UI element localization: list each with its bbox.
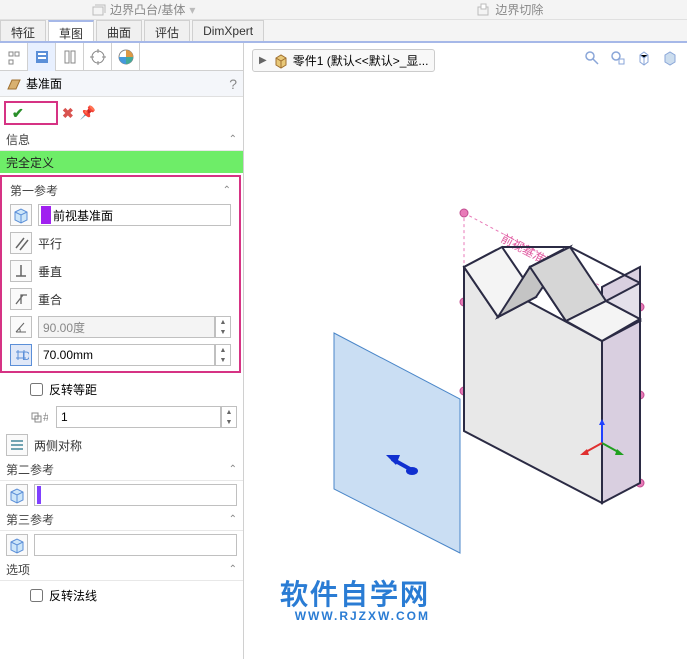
coincident-icon-button[interactable] [10, 288, 32, 310]
help-button[interactable]: ? [229, 76, 237, 92]
graphics-area[interactable]: ▶ 零件1 (默认<<默认>_显... [244, 43, 687, 659]
options-header[interactable]: 选项 ⌃ [0, 559, 243, 581]
tab-dimxpert[interactable]: DimXpert [192, 20, 264, 41]
ref1-reverse-row[interactable]: 反转等距 [0, 375, 243, 403]
info-header[interactable]: 信息 ⌃ [0, 129, 243, 151]
ref3-selection-row [0, 531, 243, 559]
chevron-up-icon: ⌃ [229, 134, 237, 145]
pin-button[interactable]: 📌 [80, 105, 96, 121]
face-icon [12, 206, 30, 224]
panel-tab-dim[interactable] [84, 43, 112, 71]
ref2-header[interactable]: 第二参考 ⌃ [0, 459, 243, 481]
tree-icon [5, 48, 23, 66]
chevron-up-icon: ⌃ [229, 564, 237, 575]
info-value: 完全定义 [0, 151, 243, 173]
mirror-icon-button[interactable] [6, 434, 28, 456]
command-tabs: 特征 草图 曲面 评估 DimXpert [0, 20, 687, 43]
ref3-selection[interactable] [34, 534, 237, 556]
panel-tab-property[interactable] [28, 43, 56, 71]
target-icon [89, 48, 107, 66]
offset-spinner[interactable]: ▲▼ [215, 344, 231, 366]
parallel-icon [13, 235, 29, 251]
cancel-button[interactable]: ✖ [62, 105, 74, 122]
perpendicular-icon [13, 263, 29, 279]
count-icon: # [28, 409, 50, 425]
watermark: 软件自学网 WWW.RJZXW.COM [280, 573, 430, 623]
angle-icon [13, 319, 29, 335]
preview-plane[interactable] [334, 333, 460, 553]
offset-input[interactable] [38, 344, 215, 366]
ref1-coincident-row[interactable]: 重合 [4, 285, 237, 313]
cut-command[interactable]: 边界切除 [475, 1, 543, 18]
count-spinner[interactable]: ▲▼ [221, 406, 237, 428]
property-panel: 基准面 ? ✔ ✖ 📌 信息 ⌃ 完全定义 第一参考 ⌃ [0, 43, 244, 659]
ref1-selection[interactable]: 前视基准面 [38, 204, 231, 226]
ref1-header[interactable]: 第一参考 ⌃ [4, 179, 237, 201]
ref1-face-button[interactable] [10, 204, 32, 226]
boss-icon [90, 2, 106, 18]
ref2-face-button[interactable] [6, 484, 28, 506]
flip-normal-row[interactable]: 反转法线 [0, 581, 243, 609]
config-icon [61, 48, 79, 66]
flip-normal-checkbox[interactable] [30, 589, 43, 602]
ref3-face-button[interactable] [6, 534, 28, 556]
face-icon [8, 486, 26, 504]
mirror-icon [9, 437, 25, 453]
svg-text:D1: D1 [22, 349, 29, 363]
chevron-up-icon: ⌃ [229, 464, 237, 475]
angle-icon-button[interactable] [10, 316, 32, 338]
ref1-selection-row: 前视基准面 [4, 201, 237, 229]
ref1-offset-row: D1 ▲▼ [4, 341, 237, 369]
angle-input[interactable] [38, 316, 215, 338]
parallel-icon-button[interactable] [10, 232, 32, 254]
ribbon-top: 边界凸台/基体▾ 边界切除 [0, 0, 687, 20]
perpendicular-icon-button[interactable] [10, 260, 32, 282]
tab-evaluate[interactable]: 评估 [144, 20, 190, 41]
offset-icon: D1 [13, 347, 29, 363]
tab-sketch[interactable]: 草图 [48, 20, 94, 41]
cut-icon [475, 2, 491, 18]
chevron-up-icon: ⌃ [223, 185, 231, 196]
ref2-selection-row [0, 481, 243, 509]
coincident-icon [13, 291, 29, 307]
ref1-angle-row: ▲▼ [4, 313, 237, 341]
appearance-icon [117, 48, 135, 66]
ref1-highlight: 第一参考 ⌃ 前视基准面 平行 垂直 重合 [0, 175, 241, 373]
offset-icon-button[interactable]: D1 [10, 344, 32, 366]
svg-text:#: # [43, 410, 48, 424]
plane-icon [6, 77, 22, 91]
panel-tab-config[interactable] [56, 43, 84, 71]
panel-mode-tabs [0, 43, 243, 71]
ref1-count-row: # ▲▼ [0, 403, 243, 431]
tab-feature[interactable]: 特征 [0, 20, 46, 41]
solid-body[interactable] [464, 213, 640, 503]
ref1-mirror-row[interactable]: 两侧对称 [0, 431, 243, 459]
chevron-up-icon: ⌃ [229, 514, 237, 525]
feature-title-row: 基准面 ? [0, 71, 243, 97]
ok-button[interactable]: ✔ [12, 105, 24, 122]
selection-swatch [37, 486, 41, 504]
ref1-parallel-row[interactable]: 平行 [4, 229, 237, 257]
panel-tab-feature-tree[interactable] [0, 43, 28, 71]
ref2-selection[interactable] [34, 484, 237, 506]
ref3-header[interactable]: 第三参考 ⌃ [0, 509, 243, 531]
reverse-checkbox[interactable] [30, 383, 43, 396]
confirm-bar: ✔ ✖ 📌 [0, 97, 243, 129]
face-icon [8, 536, 26, 554]
feature-title: 基准面 [26, 75, 62, 92]
3d-viewport[interactable]: 前视基准面 [244, 63, 684, 623]
ref1-perpendicular-row[interactable]: 垂直 [4, 257, 237, 285]
selection-swatch [41, 206, 51, 224]
count-input[interactable] [56, 406, 221, 428]
angle-spinner[interactable]: ▲▼ [215, 316, 231, 338]
tab-surface[interactable]: 曲面 [96, 20, 142, 41]
boss-command[interactable]: 边界凸台/基体▾ [90, 1, 195, 18]
panel-tab-appearance[interactable] [112, 43, 140, 71]
property-icon [33, 48, 51, 66]
